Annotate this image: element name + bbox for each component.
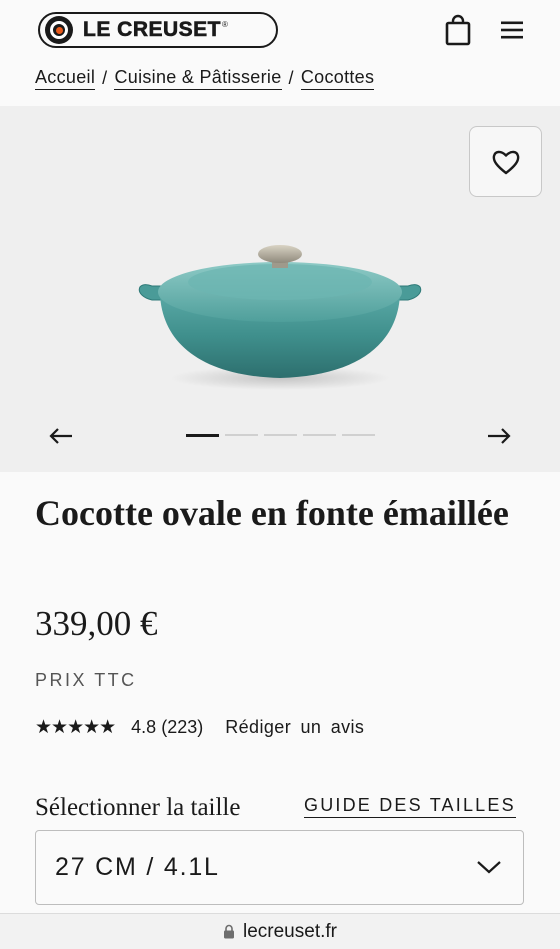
rating-count: (223) [161,717,204,737]
carousel-dot-active[interactable] [186,433,219,437]
carousel-dot[interactable] [342,434,375,436]
size-selected-value: 27 CM / 4.1L [55,853,220,881]
carousel-indicator [186,433,375,437]
rating-stars[interactable]: ★★★★★ [35,716,116,739]
size-select[interactable]: 27 CM / 4.1L [35,830,524,905]
le-creuset-logo-icon [45,16,73,44]
shopping-bag-icon [445,14,471,46]
shopping-bag-button[interactable] [440,10,476,50]
site-header: LE CREUSET ® [0,0,560,60]
arrow-left-icon [49,428,72,444]
arrow-right-icon [488,428,511,444]
wishlist-button[interactable] [469,126,542,197]
browser-url: lecreuset.fr [243,920,337,942]
product-price: 339,00 € [35,604,158,643]
breadcrumb-item-cocottes[interactable]: Cocottes [300,67,375,90]
size-label: Sélectionner la taille [35,794,241,821]
product-image [138,245,422,390]
tax-note: PRIX TTC [35,670,137,690]
chevron-down-icon [475,855,503,879]
menu-button[interactable] [494,10,530,50]
registered-mark: ® [222,20,228,29]
product-gallery[interactable] [0,106,560,472]
browser-url-bar[interactable]: lecreuset.fr [0,913,560,949]
heart-icon [492,150,519,174]
lock-icon [223,924,235,939]
carousel-dot[interactable] [225,434,258,436]
write-review-link[interactable]: Rédiger un avis [225,717,364,738]
menu-icon [501,21,523,39]
product-rating: ★★★★★ 4.8 (223) Rédiger un avis [35,716,364,739]
rating-summary[interactable]: 4.8 (223) [131,717,203,738]
previous-image-button[interactable] [44,422,78,450]
product-title: Cocotte ovale en fonte émaillée [35,493,509,533]
next-image-button[interactable] [482,422,516,450]
carousel-dot[interactable] [264,434,297,436]
rating-value: 4.8 [131,717,157,737]
size-guide-link[interactable]: GUIDE DES TAILLES [304,795,516,818]
breadcrumb-separator: / [102,67,108,88]
brand-logo[interactable]: LE CREUSET ® [38,12,278,48]
carousel-dot[interactable] [303,434,336,436]
breadcrumb-item-cuisine-patisserie[interactable]: Cuisine & Pâtisserie [114,67,282,90]
breadcrumb-item-accueil[interactable]: Accueil [35,67,96,90]
breadcrumb: Accueil / Cuisine & Pâtisserie / Cocotte… [35,64,375,92]
brand-name: LE CREUSET [83,18,222,42]
breadcrumb-separator: / [288,67,294,88]
